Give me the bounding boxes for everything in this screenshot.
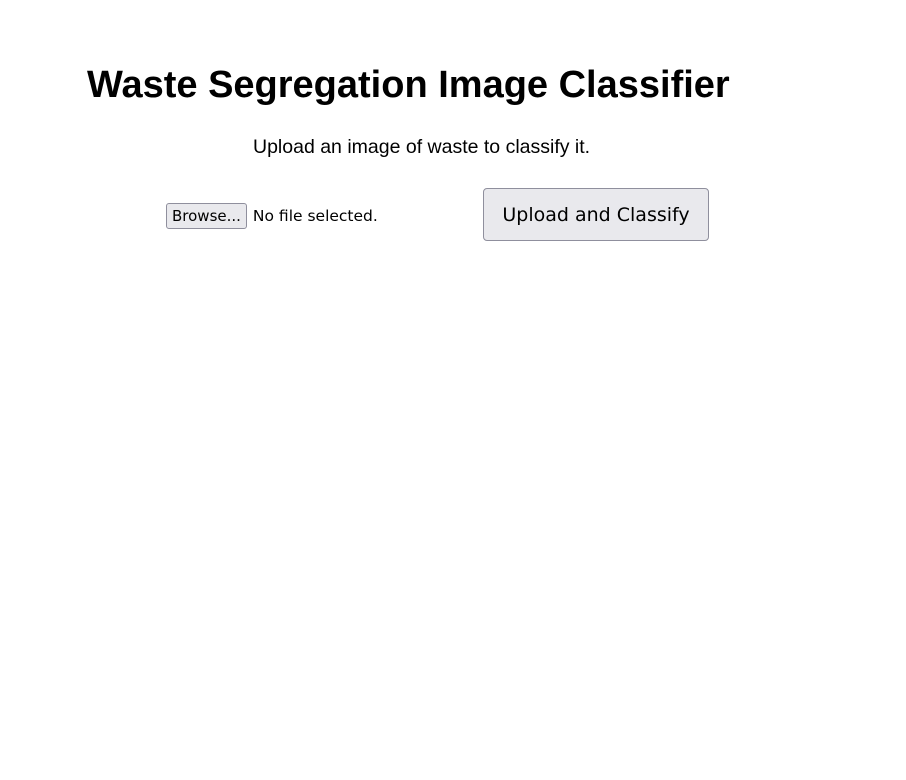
- page-subtitle: Upload an image of waste to classify it.: [253, 136, 591, 158]
- browse-button[interactable]: Browse...: [166, 203, 247, 229]
- file-input[interactable]: Browse... No file selected.: [166, 203, 378, 229]
- file-selection-status: No file selected.: [252, 207, 378, 225]
- page: Waste Segregation Image Classifier Uploa…: [0, 0, 906, 780]
- upload-and-classify-button[interactable]: Upload and Classify: [483, 188, 709, 241]
- page-title: Waste Segregation Image Classifier: [87, 64, 730, 106]
